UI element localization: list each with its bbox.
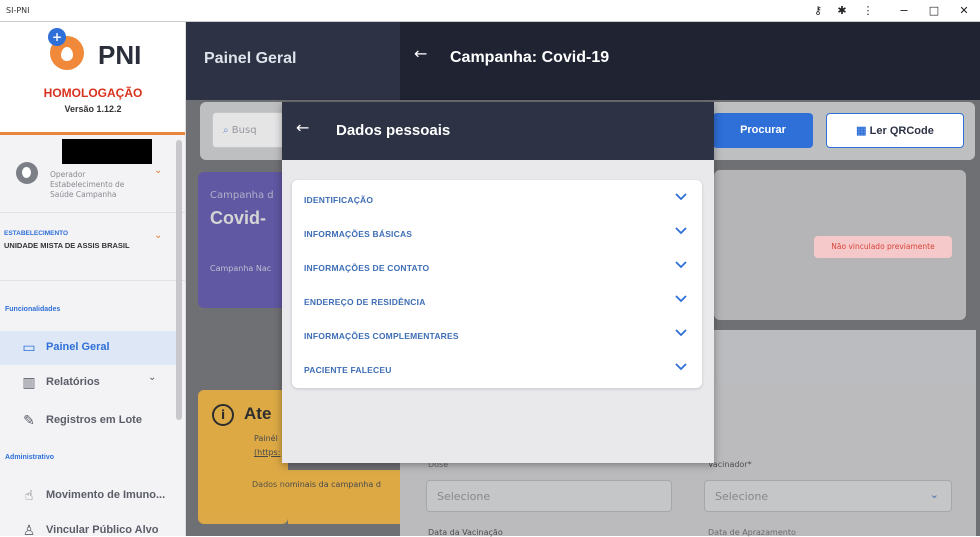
sidebar: + PNI HOMOLOGAÇÃO Versão 1.12.2 Operador… xyxy=(0,22,186,536)
bar-chart-icon: ▥ xyxy=(22,375,36,391)
version-label: Versão 1.12.2 xyxy=(64,104,122,114)
accordion-item-informacoes-contato[interactable]: INFORMAÇÕES DE CONTATO xyxy=(292,250,702,284)
accordion-label: INFORMAÇÕES COMPLEMENTARES xyxy=(304,331,459,341)
window-title: SI-PNI xyxy=(6,6,30,15)
chevron-down-icon: ⌄ xyxy=(929,488,939,501)
search-placeholder: Busq xyxy=(231,125,257,136)
attention-card-ext: Dados nominais da campanha d xyxy=(252,470,400,524)
attention-text: Painél xyxy=(254,434,278,443)
environment-label: HOMOLOGAÇÃO xyxy=(43,86,143,100)
establishment-label: ESTABELECIMENTO xyxy=(4,230,69,237)
sidebar-item-label: Relatórios xyxy=(46,376,100,388)
attention-link[interactable]: (https: xyxy=(254,448,280,457)
personal-data-modal: ← Dados pessoais IDENTIFICAÇÃO INFORMAÇÕ… xyxy=(282,102,714,463)
close-icon[interactable]: ✕ xyxy=(956,3,972,19)
sidebar-item-label: Registros em Lote xyxy=(46,414,142,426)
chevron-down-icon xyxy=(675,329,687,337)
campaign-desc: Campanha Nac xyxy=(210,264,272,273)
chevron-down-icon[interactable]: ⌄ xyxy=(148,372,156,383)
back-arrow-icon[interactable]: ← xyxy=(296,118,309,137)
accordion-item-identificacao[interactable]: IDENTIFICAÇÃO xyxy=(292,182,702,216)
accordion-label: PACIENTE FALECEU xyxy=(304,365,392,375)
extensions-icon[interactable]: ✱ xyxy=(834,3,850,19)
brand-divider xyxy=(0,132,185,135)
restore-icon[interactable]: □ xyxy=(926,3,942,19)
chevron-down-icon[interactable]: ⌄ xyxy=(154,230,162,241)
monitor-icon: ▭ xyxy=(22,340,36,356)
brand-box: + PNI HOMOLOGAÇÃO Versão 1.12.2 xyxy=(0,22,185,132)
campaign-title: Campanha: Covid-19 xyxy=(450,49,610,66)
section-functionalities: Funcionalidades xyxy=(5,306,61,313)
accordion-item-complementares[interactable]: INFORMAÇÕES COMPLEMENTARES xyxy=(292,318,702,352)
divider xyxy=(0,280,185,281)
modal-header: ← Dados pessoais xyxy=(282,102,714,160)
page-title: Painel Geral xyxy=(204,50,297,67)
chevron-down-icon xyxy=(675,363,687,371)
attention-footer: Dados nominais da campanha d xyxy=(252,480,381,489)
qrcode-button[interactable]: ▦ Ler QRCode xyxy=(826,113,964,148)
campaign-name: Covid- xyxy=(210,208,266,228)
accordion-label: ENDEREÇO DE RESIDÊNCIA xyxy=(304,297,426,307)
divider xyxy=(0,212,185,213)
chevron-down-icon[interactable]: ⌄ xyxy=(154,165,162,176)
operator-role: Operador xyxy=(50,170,86,179)
search-input[interactable]: ⌕ Busq xyxy=(212,112,292,148)
accordion-item-informacoes-basicas[interactable]: INFORMAÇÕES BÁSICAS xyxy=(292,216,702,250)
header-left: Painel Geral xyxy=(186,22,400,100)
search-button[interactable]: Procurar xyxy=(713,113,813,148)
sidebar-item-label: Movimento de Imuno... xyxy=(46,489,166,501)
search-icon: ⌕ xyxy=(223,125,229,136)
sidebar-item-movimento[interactable]: ☝ Movimento de Imuno... xyxy=(0,479,176,513)
vaccinator-value: Selecione xyxy=(715,490,769,503)
sidebar-item-vincular[interactable]: ♙ Vincular Público Alvo xyxy=(0,514,176,536)
redacted-name xyxy=(62,139,152,164)
vaccinator-label: Vacinador* xyxy=(708,460,752,469)
key-icon[interactable]: ⚷ xyxy=(810,3,826,19)
attention-title: Ate xyxy=(244,404,272,423)
operator-place: Estabelecimento de Saúde Campanha xyxy=(50,180,125,199)
more-icon[interactable]: ⋮ xyxy=(860,3,876,19)
user-icon: ♙ xyxy=(22,523,36,536)
chevron-down-icon xyxy=(675,261,687,269)
campaign-label: Campanha d xyxy=(210,190,274,201)
avatar-user-icon xyxy=(22,167,31,178)
window-titlebar: SI-PNI ⚷ ✱ ⋮ − □ ✕ xyxy=(0,0,980,22)
sidebar-item-painel-geral[interactable]: ▭ Painel Geral xyxy=(0,331,176,365)
campaign-card: Campanha d Covid- Campanha Nac xyxy=(198,172,288,308)
modal-title: Dados pessoais xyxy=(336,122,451,139)
sidebar-item-registros-lote[interactable]: ✎ Registros em Lote xyxy=(0,404,176,438)
sidebar-scrollbar[interactable] xyxy=(176,140,182,420)
qrcode-label: Ler QRCode xyxy=(869,125,934,137)
hand-icon: ☝ xyxy=(24,488,34,504)
accordion-label: INFORMAÇÕES BÁSICAS xyxy=(304,229,413,239)
qrcode-icon: ▦ xyxy=(856,125,867,137)
dose-select[interactable]: Selecione xyxy=(426,480,672,512)
info-icon: i xyxy=(212,404,234,426)
sidebar-item-relatorios[interactable]: ▥ Relatórios ⌄ xyxy=(0,366,176,400)
drop-icon xyxy=(61,47,73,61)
attention-card: i Ate Painél (https: xyxy=(198,390,288,524)
vaccinator-select[interactable]: Selecione ⌄ xyxy=(704,480,952,512)
accordion-item-endereco[interactable]: ENDEREÇO DE RESIDÊNCIA xyxy=(292,284,702,318)
sidebar-item-label: Vincular Público Alvo xyxy=(46,524,159,536)
brand-name: PNI xyxy=(98,40,142,70)
minimize-icon[interactable]: − xyxy=(896,3,912,19)
operator-info[interactable]: Operador Estabelecimento de Saúde Campan… xyxy=(50,170,150,200)
accordion-label: INFORMAÇÕES DE CONTATO xyxy=(304,263,430,273)
accordion-label: IDENTIFICAÇÃO xyxy=(304,195,374,205)
chevron-down-icon xyxy=(675,295,687,303)
status-badge: Não vinculado previamente xyxy=(814,236,952,258)
sidebar-item-label: Painel Geral xyxy=(46,341,110,353)
back-arrow-icon[interactable]: ← xyxy=(414,44,427,63)
plus-badge-icon: + xyxy=(48,28,66,46)
syringe-icon: ✎ xyxy=(23,413,35,429)
establishment-value[interactable]: UNIDADE MISTA DE ASSIS BRASIL xyxy=(4,241,134,251)
section-administrative: Administrativo xyxy=(5,454,55,461)
chevron-down-icon xyxy=(675,227,687,235)
accordion-item-paciente-faleceu[interactable]: PACIENTE FALECEU xyxy=(292,352,702,386)
header-right: ← Campanha: Covid-19 xyxy=(400,22,980,100)
accordion-list: IDENTIFICAÇÃO INFORMAÇÕES BÁSICAS INFORM… xyxy=(292,180,702,388)
chevron-down-icon xyxy=(675,193,687,201)
